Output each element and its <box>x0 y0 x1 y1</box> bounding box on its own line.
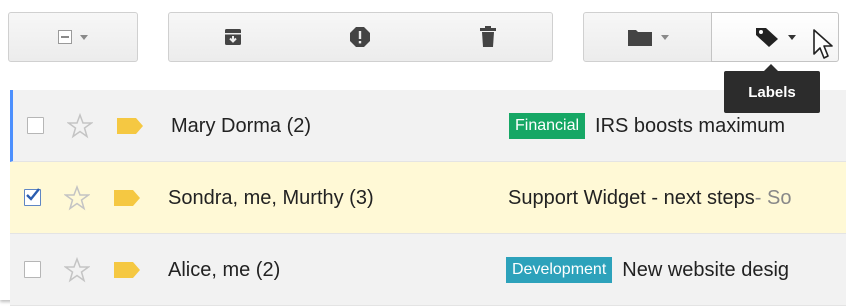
importance-marker-icon[interactable] <box>114 190 140 206</box>
subject-text: IRS boosts maximum <box>595 114 786 137</box>
sender-name: Mary Dorma (2) <box>171 115 312 137</box>
mouse-pointer-icon <box>813 29 833 59</box>
importance-marker-icon[interactable] <box>117 118 143 134</box>
message-row[interactable]: Mary Dorma (2) Financial IRS boosts maxi… <box>10 90 846 162</box>
select-button[interactable] <box>8 12 138 62</box>
labels-tooltip: Labels <box>724 64 820 113</box>
subject-line: Support Widget - next steps - So <box>508 162 846 234</box>
label-badge-financial[interactable]: Financial <box>509 113 586 139</box>
report-spam-button[interactable] <box>296 12 425 62</box>
sender-name: Alice, me (2) <box>168 259 281 281</box>
tooltip-text: Labels <box>748 83 796 101</box>
archive-button[interactable] <box>168 12 297 62</box>
chevron-down-icon <box>788 34 796 40</box>
label-badge-development[interactable]: Development <box>506 257 613 283</box>
label-tag-icon <box>756 28 778 47</box>
subject-text: Support Widget - next steps <box>508 186 755 209</box>
archive-icon <box>224 29 241 45</box>
message-row[interactable]: Sondra, me, Murthy (3) Support Widget - … <box>10 162 846 234</box>
snippet-text: - So <box>754 186 792 209</box>
checkmark-icon <box>26 188 40 201</box>
message-list: Mary Dorma (2) Financial IRS boosts maxi… <box>10 90 846 306</box>
sender-name: Sondra, me, Murthy (3) <box>168 187 374 209</box>
star-icon[interactable] <box>67 113 93 139</box>
select-checkbox-icon <box>58 30 72 44</box>
star-icon[interactable] <box>64 257 90 283</box>
message-row[interactable]: Alice, me (2) Development New website de… <box>10 234 846 306</box>
row-checkbox[interactable] <box>24 188 41 206</box>
chevron-down-icon <box>80 34 88 40</box>
row-checkbox[interactable] <box>24 261 41 278</box>
delete-button[interactable] <box>424 12 553 62</box>
star-icon[interactable] <box>64 185 90 211</box>
trash-icon <box>480 26 496 47</box>
move-to-button[interactable] <box>583 12 712 62</box>
row-checkbox[interactable] <box>27 117 44 134</box>
toolbar <box>0 0 846 70</box>
importance-marker-icon[interactable] <box>114 262 140 278</box>
subject-text: New website desig <box>622 258 790 281</box>
folder-icon <box>627 30 652 46</box>
subject-line: Development New website desig <box>506 234 846 306</box>
spam-icon <box>350 27 370 47</box>
mail-list-panel: Mary Dorma (2) Financial IRS boosts maxi… <box>0 0 846 306</box>
chevron-down-icon <box>660 34 669 40</box>
